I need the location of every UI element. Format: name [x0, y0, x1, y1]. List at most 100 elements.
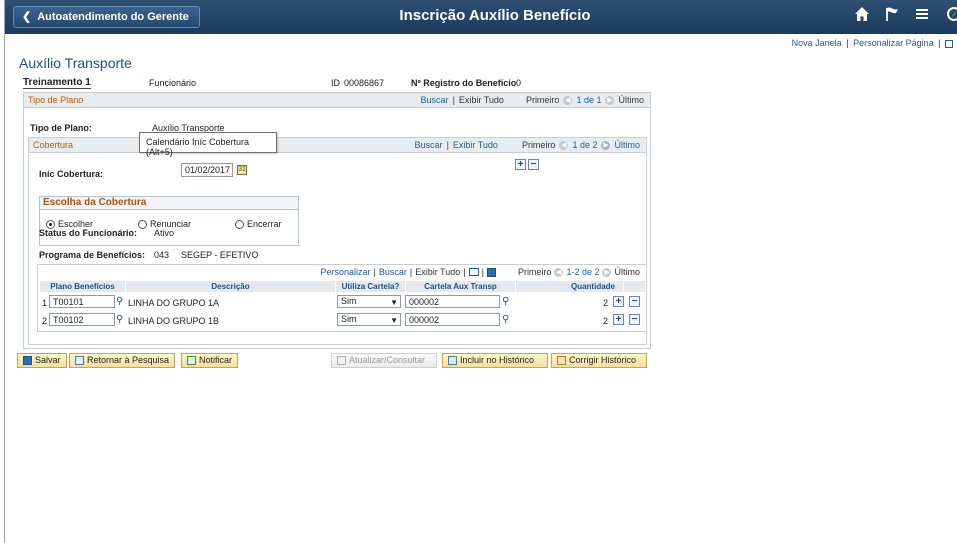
back-button-label: Autoatendimento do Gerente — [37, 11, 189, 23]
last-link[interactable]: Último — [614, 140, 640, 150]
plan-type-nav: Buscar | Exibir Tudo Primeiro ◀ 1 de 1 ▶… — [421, 95, 644, 105]
separator: | — [452, 95, 455, 105]
navbar-icon[interactable] — [944, 6, 957, 22]
calendar-icon[interactable]: 31 — [237, 165, 247, 175]
uses-card-select[interactable]: Sim ▼ — [337, 295, 401, 308]
flag-icon[interactable] — [884, 6, 900, 22]
utility-links: Nova Janela | Personalizar Página | — [792, 38, 953, 48]
benefit-reg-label: Nº Registro do Benefício — [411, 78, 517, 88]
row-counter: 1 de 2 — [572, 140, 598, 150]
prev-icon[interactable]: ◀ — [554, 267, 564, 277]
save-button[interactable]: Salvar — [17, 353, 67, 368]
card-input[interactable]: 000002 — [405, 313, 500, 326]
add-row-icon[interactable]: + — [613, 314, 624, 325]
col-description: Descrição — [126, 281, 336, 292]
view-all-link[interactable]: Exibir Tudo — [453, 140, 498, 150]
description-value: LINHA DO GRUPO 1B — [128, 316, 220, 326]
page-menu-icon[interactable] — [945, 39, 953, 48]
search-icon[interactable]: ⚲ — [116, 314, 123, 325]
delete-row-icon[interactable]: − — [629, 296, 640, 307]
row-counter: 1-2 de 2 — [566, 267, 600, 277]
quantity-value: 2 — [602, 316, 608, 326]
plan-type-caption: Tipo de Plano — [28, 95, 84, 105]
correct-history-button[interactable]: Corrigir Histórico — [551, 353, 647, 368]
plan-type-label: Tipo de Plano: — [30, 123, 92, 133]
chevron-down-icon: ▼ — [390, 298, 398, 307]
search-icon[interactable]: ⚲ — [116, 296, 123, 307]
save-label: Salvar — [35, 355, 61, 365]
search-icon[interactable]: ⚲ — [502, 314, 509, 325]
first-label: Primeiro — [521, 140, 556, 150]
coverage-choice-group: Escolha da Cobertura Escolher Renunciar … — [39, 196, 299, 246]
find-link[interactable]: Buscar — [421, 95, 449, 105]
employee-id-value: 00086867 — [344, 78, 385, 88]
coverage-choice-title: Escolha da Cobertura — [40, 197, 298, 210]
new-window-link[interactable]: Nova Janela — [792, 38, 842, 48]
next-icon[interactable]: ▶ — [601, 140, 611, 150]
prev-icon[interactable]: ◀ — [559, 140, 569, 150]
prev-icon[interactable]: ◀ — [563, 95, 573, 105]
next-icon[interactable]: ▶ — [605, 95, 615, 105]
update-icon — [337, 356, 346, 365]
radio-icon[interactable] — [138, 219, 147, 229]
employee-status-value: Ativo — [154, 228, 175, 238]
radio-encerrar[interactable]: Encerrar — [235, 219, 282, 229]
update-display-label: Atualizar/Consultar — [349, 355, 426, 365]
next-icon[interactable]: ▶ — [602, 267, 612, 277]
select-value: Sim — [341, 296, 357, 306]
card-input[interactable]: 000002 — [405, 295, 500, 308]
page-title: Inscrição Auxílio Benefício — [399, 7, 591, 24]
view-all-link[interactable]: Exibir Tudo — [459, 95, 504, 105]
coverage-start-label: Iníc Cobertura: — [39, 169, 104, 179]
personalize-page-link[interactable]: Personalizar Página — [853, 38, 934, 48]
delete-row-icon[interactable]: − — [528, 159, 539, 170]
coverage-start-input[interactable]: 01/02/2017 — [181, 163, 233, 177]
home-icon[interactable] — [854, 6, 870, 22]
employee-role: Funcionário — [149, 78, 197, 88]
return-search-label: Retornar à Pesquisa — [87, 355, 170, 365]
find-link[interactable]: Buscar — [379, 267, 407, 277]
separator: | — [463, 267, 466, 277]
search-icon[interactable]: ⚲ — [502, 296, 509, 307]
find-link[interactable]: Buscar — [415, 140, 443, 150]
back-button[interactable]: ❮ Autoatendimento do Gerente — [13, 6, 200, 28]
separator: | — [373, 267, 376, 277]
row-number: 2 — [42, 316, 48, 326]
col-actions — [624, 281, 646, 292]
return-search-button[interactable]: Retornar à Pesquisa — [69, 353, 176, 368]
separator: | — [446, 140, 449, 150]
separator: | — [938, 38, 941, 48]
delete-row-icon[interactable]: − — [629, 314, 640, 325]
row-number: 1 — [42, 298, 48, 308]
benefit-reg-value: 0 — [516, 78, 522, 88]
top-banner: ❮ Autoatendimento do Gerente Inscrição A… — [5, 0, 957, 34]
zoom-icon[interactable] — [468, 268, 479, 276]
include-history-button[interactable]: Incluir no Histórico — [442, 353, 548, 368]
radio-icon[interactable] — [235, 219, 244, 229]
plan-input[interactable]: T00102 — [49, 313, 115, 326]
row-counter: 1 de 1 — [576, 95, 602, 105]
col-card: Cartela Aux Transp — [406, 281, 516, 292]
personalize-link[interactable]: Personalizar — [320, 267, 370, 277]
col-plan: Plano Benefícios — [40, 281, 126, 292]
plan-input[interactable]: T00101 — [49, 295, 115, 308]
return-icon — [75, 356, 84, 365]
update-display-button[interactable]: Atualizar/Consultar — [331, 353, 437, 368]
uses-card-select[interactable]: Sim ▼ — [337, 313, 401, 326]
include-history-icon — [448, 356, 457, 365]
employee-status-label: Status do Funcionário: — [39, 228, 137, 238]
add-row-icon[interactable]: + — [613, 296, 624, 307]
download-icon[interactable] — [486, 267, 496, 277]
menu-icon[interactable] — [914, 6, 930, 22]
view-all-link[interactable]: Exibir Tudo — [415, 267, 460, 277]
notify-button[interactable]: Notificar — [181, 353, 239, 368]
chevron-down-icon: ▼ — [390, 316, 398, 325]
component-title: Auxílio Transporte — [19, 55, 132, 71]
benefit-program-name: SEGEP - EFETIVO — [181, 250, 259, 260]
add-row-icon[interactable]: + — [515, 159, 526, 170]
coverage-caption: Cobertura — [33, 140, 74, 150]
last-label: Último — [618, 95, 644, 105]
first-label: Primeiro — [517, 267, 552, 277]
include-history-label: Incluir no Histórico — [460, 355, 535, 365]
quantity-value: 2 — [602, 298, 608, 308]
